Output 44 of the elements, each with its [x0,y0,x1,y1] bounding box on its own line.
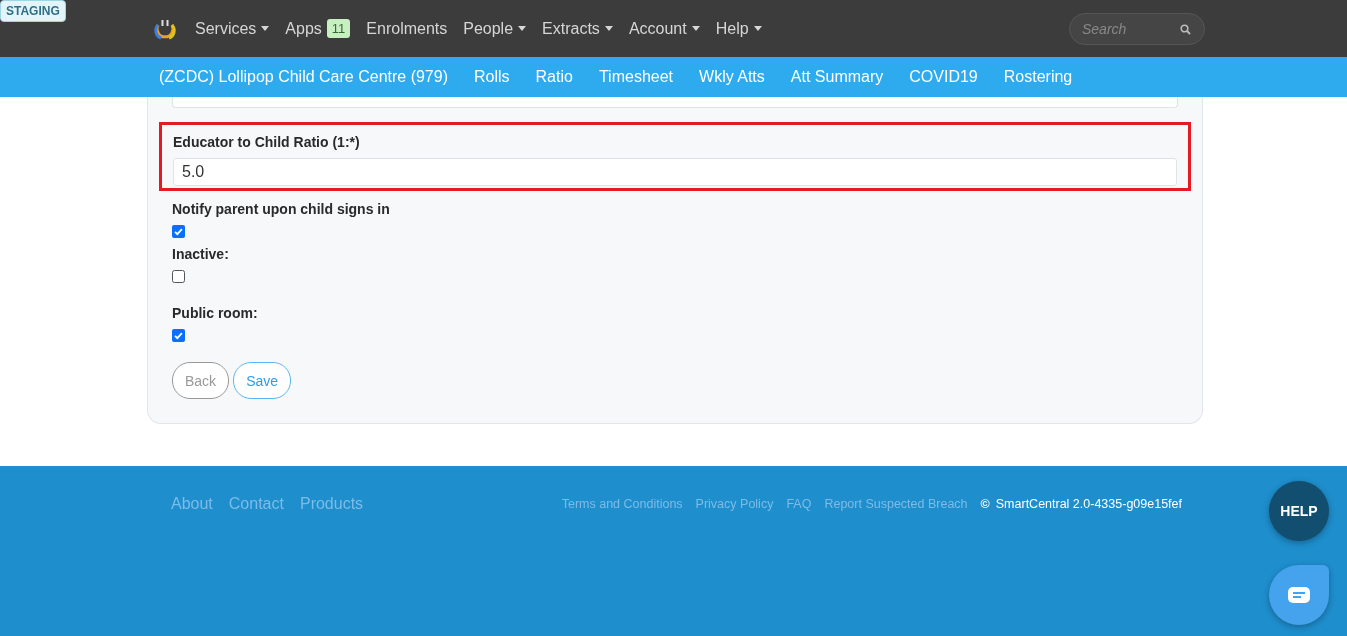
checkbox-label: Public room: [172,305,259,321]
nav-menu-item[interactable]: Enrolments [366,19,448,38]
chat-icon [1288,587,1310,603]
subnav-link[interactable]: Timesheet [598,68,674,86]
back-button[interactable]: Back [172,362,230,399]
checkbox[interactable] [172,225,185,238]
footer-link[interactable]: Products [299,495,364,513]
footer-link[interactable]: Privacy Policy [695,497,774,511]
ratio-input[interactable]: 5.0 [173,158,1177,186]
search-field[interactable]: Search [1069,12,1205,45]
subnav-link[interactable]: (ZCDC) Lollipop Child Care Centre (979) [159,68,448,86]
footer-link[interactable]: FAQ [786,497,812,511]
caret-icon [604,26,613,31]
caret-icon [691,26,700,31]
subnav-link[interactable]: Rostering [1003,68,1073,86]
subnav-link[interactable]: Att Summary [790,68,884,86]
version-text: SmartCentral 2.0-4335-g09e15fef [995,497,1182,511]
caret-icon [518,26,527,31]
environment-badge: STAGING [0,0,66,22]
checkbox[interactable] [172,329,185,342]
copyright-sign: © [980,497,990,511]
checkbox[interactable] [172,270,185,283]
checkbox-label: Inactive: [172,246,230,262]
footer-link[interactable]: Terms and Conditions [561,497,683,511]
caret-icon [753,26,762,31]
field-label: Educator to Child Ratio (1:*) [173,134,361,150]
save-button[interactable]: Save [233,362,292,399]
subnav-link[interactable]: Rolls [474,68,510,86]
nav-menu-item[interactable]: People [463,19,527,38]
footer-link[interactable]: Contact [228,495,284,513]
subnav-link[interactable]: Wkly Atts [699,68,765,86]
caret-icon [261,26,270,31]
nav-menu-item[interactable]: Extracts [542,19,613,38]
footer-link[interactable]: Report Suspected Breach [824,497,968,511]
nav-menu-item[interactable]: Help [715,19,762,38]
search-icon [1180,23,1191,35]
nav-menu-item[interactable]: Account [628,19,700,38]
subnav-link[interactable]: Ratio [535,68,573,86]
nav-menu-item[interactable]: Apps 11 [285,19,351,38]
footer-link[interactable]: About [171,495,213,513]
count-badge: 11 [326,19,351,38]
checkbox-label: Notify parent upon child signs in [172,201,391,217]
subnav-link[interactable]: COVID19 [909,68,978,86]
nav-menu-item[interactable]: Services [195,19,270,38]
